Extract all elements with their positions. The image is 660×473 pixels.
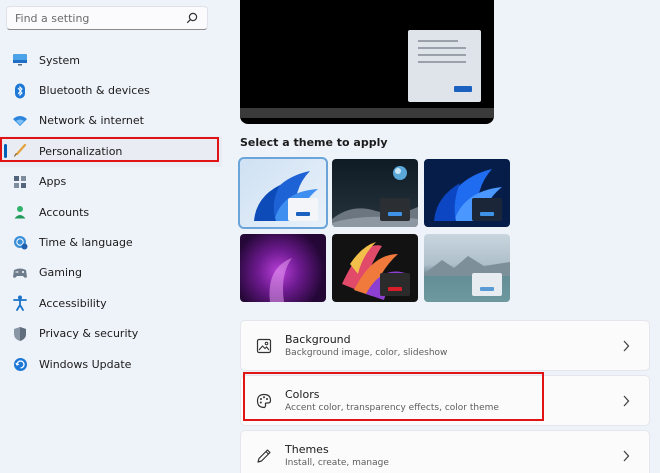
search-box[interactable] (6, 6, 208, 30)
sidebar-item-label: Personalization (39, 144, 123, 158)
sidebar-item-label: Accounts (39, 205, 90, 219)
sidebar-item-label: Accessibility (39, 296, 107, 310)
sidebar-item-bluetooth-devices[interactable]: Bluetooth & devices (0, 75, 222, 105)
sidebar-item-network-internet[interactable]: Network & internet (0, 106, 222, 136)
sidebar-item-accessibility[interactable]: Accessibility (0, 288, 222, 318)
chevron-right-icon (619, 339, 633, 353)
theme-windows-light[interactable] (238, 157, 328, 229)
search-icon[interactable] (185, 11, 199, 25)
theme-preview (240, 0, 494, 124)
card-background[interactable]: Background Background image, color, slid… (240, 320, 650, 371)
sidebar: System Bluetooth & devices Network & int… (0, 0, 222, 473)
sidebar-item-apps[interactable]: Apps (0, 167, 222, 197)
sidebar-item-label: Apps (39, 175, 67, 189)
person-icon (12, 204, 28, 220)
theme-windows-dark[interactable] (332, 159, 418, 227)
update-icon (12, 356, 28, 372)
chevron-right-icon (619, 449, 633, 463)
bluetooth-icon (12, 83, 28, 99)
apps-icon (12, 174, 28, 190)
shield-icon (12, 326, 28, 342)
sidebar-item-label: Network & internet (39, 114, 144, 128)
sidebar-item-system[interactable]: System (0, 45, 222, 75)
sidebar-item-label: Windows Update (39, 357, 132, 371)
image-icon (255, 337, 273, 355)
theme-grid (238, 157, 510, 304)
monitor-icon (12, 52, 28, 68)
search-input[interactable] (15, 11, 185, 25)
sidebar-item-label: Time & language (39, 236, 133, 250)
palette-icon (255, 392, 273, 410)
chevron-right-icon (619, 394, 633, 408)
sidebar-item-windows-update[interactable]: Windows Update (0, 349, 222, 379)
card-subtitle: Background image, color, slideshow (285, 347, 448, 358)
card-colors[interactable]: Colors Accent color, transparency effect… (240, 375, 650, 426)
theme-flow[interactable] (424, 234, 510, 302)
preview-button (454, 86, 472, 92)
paintbrush-icon (12, 143, 28, 159)
theme-captured-motion[interactable] (332, 234, 418, 302)
sidebar-item-time-language[interactable]: Time & language (0, 227, 222, 257)
card-subtitle: Install, create, manage (285, 457, 389, 468)
card-title: Themes (285, 442, 329, 456)
card-title: Background (285, 332, 351, 346)
card-subtitle: Accent color, transparency effects, colo… (285, 402, 499, 413)
card-themes[interactable]: Themes Install, create, manage (240, 430, 650, 473)
main-content: Select a theme to apply Background Backg… (238, 0, 660, 473)
sidebar-item-gaming[interactable]: Gaming (0, 258, 222, 288)
sidebar-item-label: Bluetooth & devices (39, 84, 150, 98)
theme-windows-blue[interactable] (424, 159, 510, 227)
section-title: Select a theme to apply (240, 136, 388, 149)
wifi-icon (12, 113, 28, 129)
globe-clock-icon (12, 235, 28, 251)
sidebar-item-label: Privacy & security (39, 327, 139, 341)
pen-icon (255, 447, 273, 465)
sidebar-item-personalization[interactable]: Personalization (0, 136, 222, 167)
gamepad-icon (12, 265, 28, 281)
sidebar-item-label: Gaming (39, 266, 82, 280)
sidebar-nav: System Bluetooth & devices Network & int… (0, 45, 222, 379)
sidebar-item-label: System (39, 53, 81, 67)
card-title: Colors (285, 387, 320, 401)
accessibility-icon (12, 295, 28, 312)
preview-taskbar (240, 108, 494, 118)
sidebar-item-accounts[interactable]: Accounts (0, 197, 222, 227)
preview-window (408, 30, 481, 102)
theme-glow[interactable] (240, 234, 326, 302)
sidebar-item-privacy-security[interactable]: Privacy & security (0, 319, 222, 349)
